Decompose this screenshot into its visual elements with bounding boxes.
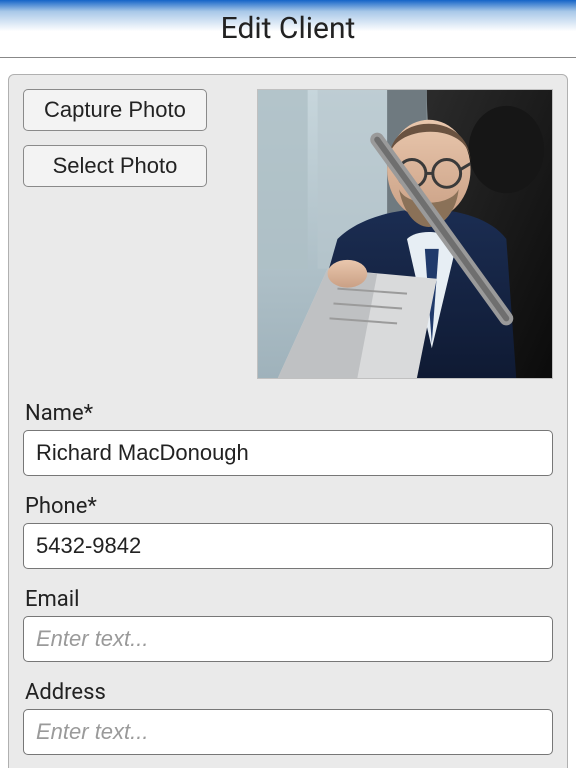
- email-input[interactable]: [23, 616, 553, 662]
- address-label: Address: [25, 680, 553, 705]
- address-field-group: Address: [23, 680, 553, 767]
- name-field-group: Name*: [23, 401, 553, 488]
- phone-field-group: Phone*: [23, 494, 553, 581]
- photo-button-group: Capture Photo Select Photo: [23, 89, 207, 187]
- email-label: Email: [25, 587, 553, 612]
- client-photo-image: [258, 90, 552, 378]
- edit-client-panel: Capture Photo Select Photo: [8, 74, 568, 768]
- page-title: Edit Client: [221, 11, 356, 46]
- name-label: Name*: [25, 401, 553, 426]
- phone-input[interactable]: [23, 523, 553, 569]
- client-photo[interactable]: [257, 89, 553, 379]
- address-input[interactable]: [23, 709, 553, 755]
- page-header: Edit Client: [0, 0, 576, 58]
- photo-section: Capture Photo Select Photo: [23, 89, 553, 379]
- select-photo-button[interactable]: Select Photo: [23, 145, 207, 187]
- email-field-group: Email: [23, 587, 553, 674]
- capture-photo-button[interactable]: Capture Photo: [23, 89, 207, 131]
- name-input[interactable]: [23, 430, 553, 476]
- phone-label: Phone*: [25, 494, 553, 519]
